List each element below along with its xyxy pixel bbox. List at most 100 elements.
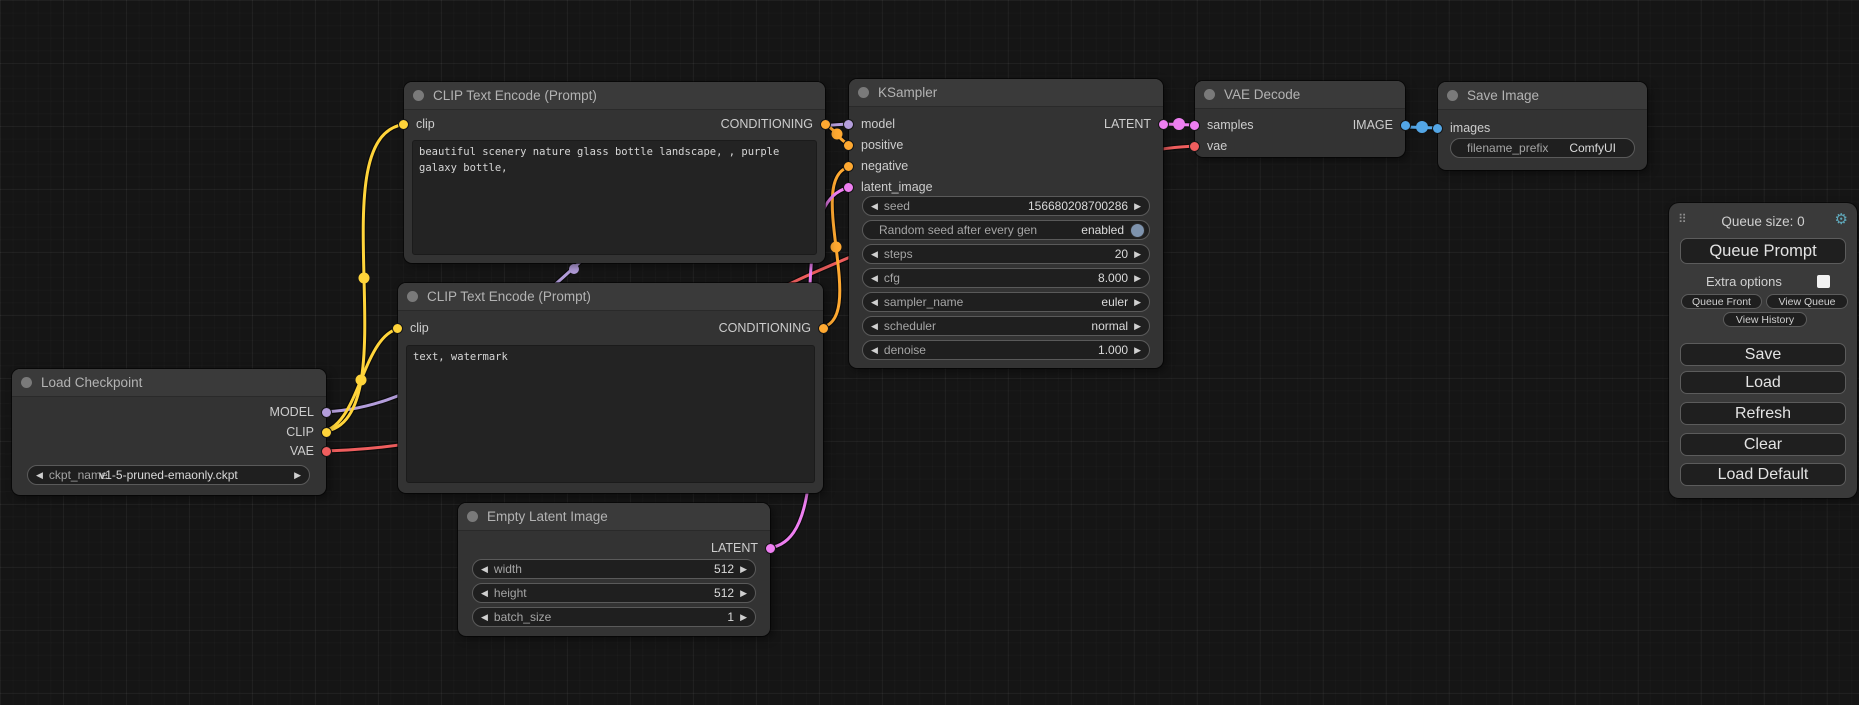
node-vae-decode[interactable]: VAE Decode samples vae IMAGE [1195, 81, 1405, 157]
decrement-arrow[interactable]: ◀ [871, 346, 878, 355]
extra-options-label: Extra options [1706, 274, 1782, 289]
refresh-button[interactable]: Refresh [1680, 402, 1846, 425]
widget-batch-size[interactable]: ◀ batch_size 1 ▶ [472, 607, 756, 627]
node-title: Load Checkpoint [41, 375, 142, 390]
collapse-dot[interactable] [413, 90, 424, 101]
decrement-arrow[interactable]: ◀ [36, 471, 43, 480]
output-dot-clip[interactable] [321, 427, 332, 438]
collapse-dot[interactable] [467, 511, 478, 522]
node-empty-latent-image[interactable]: Empty Latent Image LATENT ◀ width 512 ▶ … [458, 503, 770, 636]
input-slot-latent-image: latent_image [849, 178, 933, 196]
widget-width[interactable]: ◀ width 512 ▶ [472, 559, 756, 579]
collapse-dot[interactable] [1447, 90, 1458, 101]
view-history-button[interactable]: View History [1723, 312, 1807, 327]
collapse-dot[interactable] [1204, 89, 1215, 100]
decrement-arrow[interactable]: ◀ [871, 274, 878, 283]
node-clip-text-encode-negative[interactable]: CLIP Text Encode (Prompt) clip CONDITION… [398, 283, 823, 493]
collapse-dot[interactable] [858, 87, 869, 98]
widget-scheduler[interactable]: ◀ scheduler normal ▶ [862, 316, 1150, 336]
widget-filename-prefix[interactable]: filename_prefix ComfyUI [1450, 138, 1635, 158]
node-title-bar: Save Image [1438, 82, 1647, 110]
link-midpoint-dot [832, 129, 843, 140]
increment-arrow[interactable]: ▶ [1134, 298, 1141, 307]
input-dot-clip[interactable] [392, 323, 403, 334]
prompt-textarea[interactable]: beautiful scenery nature glass bottle la… [412, 140, 817, 255]
widget-denoise[interactable]: ◀ denoise 1.000 ▶ [862, 340, 1150, 360]
node-title: CLIP Text Encode (Prompt) [427, 289, 591, 304]
node-title-bar: CLIP Text Encode (Prompt) [398, 283, 823, 311]
input-dot-positive[interactable] [843, 140, 854, 151]
queue-panel[interactable]: ⠿ Queue size: 0 ⚙ Queue Prompt Extra opt… [1669, 203, 1857, 498]
output-dot-vae[interactable] [321, 446, 332, 457]
increment-arrow[interactable]: ▶ [1134, 346, 1141, 355]
widget-ckpt-name[interactable]: ◀ ckpt_name v1-5-pruned-emaonly.ckpt ▶ [27, 465, 310, 485]
queue-front-button[interactable]: Queue Front [1681, 294, 1762, 309]
output-slot-conditioning: CONDITIONING [721, 115, 825, 133]
node-load-checkpoint[interactable]: Load Checkpoint MODEL CLIP VAE ◀ ckpt_na… [12, 369, 326, 495]
widget-cfg[interactable]: ◀ cfg 8.000 ▶ [862, 268, 1150, 288]
load-default-button[interactable]: Load Default [1680, 463, 1846, 486]
widget-sampler-name[interactable]: ◀ sampler_name euler ▶ [862, 292, 1150, 312]
decrement-arrow[interactable]: ◀ [481, 613, 488, 622]
decrement-arrow[interactable]: ◀ [871, 250, 878, 259]
view-queue-button[interactable]: View Queue [1766, 294, 1848, 309]
widget-seed[interactable]: ◀ seed 156680208700286 ▶ [862, 196, 1150, 216]
extra-options-checkbox[interactable] [1817, 275, 1830, 288]
link-midpoint-dot [1173, 118, 1185, 130]
link-midpoint-dot [569, 264, 579, 274]
input-dot-negative[interactable] [843, 161, 854, 172]
input-dot-vae[interactable] [1189, 141, 1200, 152]
output-dot-conditioning[interactable] [818, 323, 829, 334]
comfyui-app: Load Checkpoint MODEL CLIP VAE ◀ ckpt_na… [0, 0, 1859, 705]
clear-button[interactable]: Clear [1680, 433, 1846, 456]
random-seed-toggle[interactable] [1130, 223, 1145, 238]
save-button[interactable]: Save [1680, 343, 1846, 366]
node-save-image[interactable]: Save Image images filename_prefix ComfyU… [1438, 82, 1647, 170]
queue-prompt-button[interactable]: Queue Prompt [1680, 238, 1846, 264]
increment-arrow[interactable]: ▶ [1134, 202, 1141, 211]
decrement-arrow[interactable]: ◀ [871, 322, 878, 331]
input-dot-clip[interactable] [398, 119, 409, 130]
node-ksampler[interactable]: KSampler model positive negative latent_… [849, 79, 1163, 368]
input-slot-clip: clip [404, 115, 435, 133]
output-dot-image[interactable] [1400, 120, 1411, 131]
increment-arrow[interactable]: ▶ [740, 589, 747, 598]
node-title: Save Image [1467, 88, 1539, 103]
input-dot-latent-image[interactable] [843, 182, 854, 193]
input-dot-samples[interactable] [1189, 120, 1200, 131]
gear-icon[interactable]: ⚙ [1835, 210, 1848, 228]
output-dot-conditioning[interactable] [820, 119, 831, 130]
input-slot-model: model [849, 115, 895, 133]
output-dot-latent[interactable] [1158, 119, 1169, 130]
collapse-dot[interactable] [21, 377, 32, 388]
input-slot-clip: clip [398, 319, 429, 337]
widget-steps[interactable]: ◀ steps 20 ▶ [862, 244, 1150, 264]
output-slot-clip: CLIP [286, 423, 326, 441]
node-title-bar: Load Checkpoint [12, 369, 326, 397]
node-clip-text-encode-positive[interactable]: CLIP Text Encode (Prompt) clip CONDITION… [404, 82, 825, 263]
output-dot-latent[interactable] [765, 543, 776, 554]
output-slot-conditioning: CONDITIONING [719, 319, 823, 337]
load-button[interactable]: Load [1680, 371, 1846, 394]
increment-arrow[interactable]: ▶ [1134, 274, 1141, 283]
increment-arrow[interactable]: ▶ [740, 613, 747, 622]
increment-arrow[interactable]: ▶ [1134, 322, 1141, 331]
increment-arrow[interactable]: ▶ [1134, 250, 1141, 259]
input-dot-model[interactable] [843, 119, 854, 130]
input-slot-images: images [1438, 119, 1490, 137]
input-dot-images[interactable] [1432, 123, 1443, 134]
decrement-arrow[interactable]: ◀ [481, 565, 488, 574]
prompt-textarea[interactable]: text, watermark [406, 345, 815, 483]
link-midpoint-dot [831, 242, 842, 253]
widget-height[interactable]: ◀ height 512 ▶ [472, 583, 756, 603]
node-title-bar: KSampler [849, 79, 1163, 107]
decrement-arrow[interactable]: ◀ [871, 202, 878, 211]
decrement-arrow[interactable]: ◀ [871, 298, 878, 307]
widget-random-seed[interactable]: Random seed after every gen enabled [862, 220, 1150, 240]
decrement-arrow[interactable]: ◀ [481, 589, 488, 598]
increment-arrow[interactable]: ▶ [294, 471, 301, 480]
link-midpoint-dot [359, 273, 370, 284]
increment-arrow[interactable]: ▶ [740, 565, 747, 574]
collapse-dot[interactable] [407, 291, 418, 302]
output-dot-model[interactable] [321, 407, 332, 418]
